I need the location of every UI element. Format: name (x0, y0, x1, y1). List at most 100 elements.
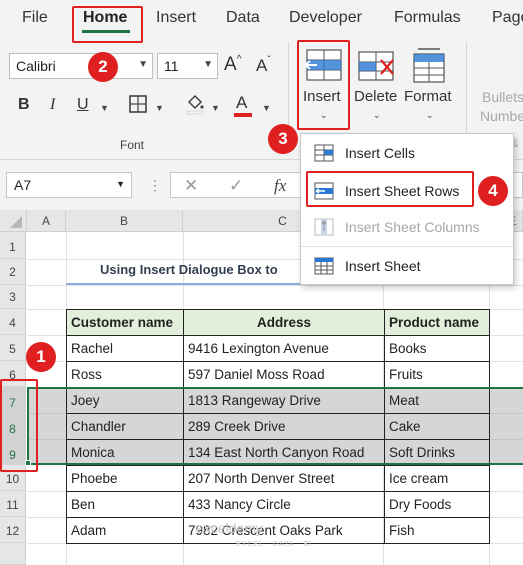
row-header-5[interactable]: 5 (0, 335, 26, 361)
format-icon (413, 48, 445, 83)
menu-item-insert-sheet[interactable]: Insert Sheet (301, 251, 513, 281)
callout-box-insert-sheet-rows (306, 171, 474, 207)
callout-badge-3: 3 (268, 124, 298, 154)
cell-customer[interactable]: Phoebe (66, 465, 184, 492)
table-header-row: Customer name Address Product name (66, 309, 490, 336)
callout-box-row-headers (0, 379, 38, 472)
row-header-12[interactable]: 12 (0, 517, 26, 543)
table-row: Adam 7982 Crescent Oaks Park Fish (66, 517, 490, 544)
chevron-down-icon[interactable]: ▼ (155, 103, 164, 113)
italic-button[interactable]: I (50, 96, 55, 114)
cell-product[interactable]: Fish (384, 517, 490, 544)
font-color-bar (234, 113, 252, 117)
tab-data[interactable]: Data (226, 9, 260, 27)
font-name-select[interactable]: Calibri ▼ (9, 53, 153, 79)
chevron-down-icon[interactable]: ▼ (100, 103, 109, 113)
watermark: exceldemy (196, 520, 263, 536)
cell-product[interactable]: Books (384, 335, 490, 362)
tab-insert[interactable]: Insert (156, 9, 196, 27)
shrink-font-icon: A (256, 56, 268, 75)
chevron-down-icon: ▼ (203, 59, 213, 70)
header-address[interactable]: Address (183, 309, 385, 336)
cell-address[interactable]: 597 Daniel Moss Road (183, 361, 385, 388)
tab-formulas[interactable]: Formulas (394, 9, 461, 27)
insert-columns-icon (314, 218, 334, 236)
name-box[interactable]: A7 ▼ (6, 172, 132, 198)
row-header-13[interactable] (0, 543, 26, 565)
chevron-down-icon: ⌄ (426, 110, 434, 120)
underline-button[interactable]: U (77, 96, 89, 114)
name-box-value: A7 (14, 177, 32, 193)
watermark-subtitle: EXCEL · DATA · BI (236, 541, 312, 548)
menu-item-insert-cells[interactable]: Insert Cells (301, 138, 513, 168)
insert-dropdown-menu: Insert Cells Insert Sheet Rows Insert Sh… (300, 133, 514, 285)
selection-outline (27, 387, 523, 465)
row-header-1[interactable]: 1 (0, 232, 26, 259)
paint-bucket-icon (186, 94, 204, 115)
delete-icon (358, 51, 394, 81)
chevron-down-icon: ⌄ (373, 110, 381, 120)
cell-customer[interactable]: Adam (66, 517, 184, 544)
callout-box-home-tab (72, 6, 143, 43)
table-row: Ross 597 Daniel Moss Road Fruits (66, 361, 490, 388)
select-all-corner[interactable] (0, 210, 27, 232)
tab-page-layout[interactable]: Page (492, 9, 523, 27)
table-row: Phoebe 207 North Denver Street Ice cream (66, 465, 490, 492)
table-row: Ben 433 Nancy Circle Dry Foods (66, 491, 490, 518)
cell-address[interactable]: 433 Nancy Circle (183, 491, 385, 518)
row-header-11[interactable]: 11 (0, 491, 26, 517)
chevron-down-icon[interactable]: ▼ (262, 103, 271, 113)
cell-address[interactable]: 207 North Denver Street (183, 465, 385, 492)
cell-address[interactable]: 9416 Lexington Avenue (183, 335, 385, 362)
borders-icon (129, 95, 147, 113)
bold-button[interactable]: B (18, 96, 30, 114)
insert-sheet-icon (314, 257, 334, 275)
menu-item-label: Insert Sheet Columns (345, 219, 480, 235)
row-header-4[interactable]: 4 (0, 309, 26, 335)
callout-badge-4: 4 (478, 176, 508, 206)
insert-cells-icon (314, 144, 334, 162)
more-options-icon[interactable]: ⋮ (148, 177, 162, 194)
cancel-button[interactable]: ✕ (184, 176, 198, 196)
grow-font-button[interactable]: A^ (224, 54, 241, 76)
sheet-title: Using Insert Dialogue Box to (100, 262, 278, 277)
menu-separator (301, 246, 513, 247)
header-product-name[interactable]: Product name (384, 309, 490, 336)
font-group-label: Font (120, 138, 145, 152)
tab-developer[interactable]: Developer (289, 9, 362, 27)
title-underline (66, 283, 302, 285)
font-color-button[interactable]: A (236, 93, 247, 113)
numbering-label[interactable]: Numbe (480, 108, 523, 124)
menu-item-label: Insert Cells (345, 145, 416, 161)
select-all-icon (10, 216, 22, 228)
tab-file[interactable]: File (22, 9, 48, 27)
enter-button[interactable]: ✓ (229, 176, 243, 196)
chevron-down-icon[interactable]: ▼ (116, 179, 125, 189)
shrink-font-button[interactable]: Aˇ (256, 55, 271, 76)
chevron-down-icon[interactable]: ▼ (211, 103, 220, 113)
fill-color-button[interactable] (184, 93, 206, 120)
cell-product[interactable]: Fruits (384, 361, 490, 388)
column-header-a[interactable]: A (27, 210, 66, 232)
cell-product[interactable]: Ice cream (384, 465, 490, 492)
bullets-label[interactable]: Bullets (482, 89, 523, 105)
insert-function-button[interactable]: fx (274, 176, 286, 196)
grow-font-icon: A (224, 54, 237, 75)
table-row: Rachel 9416 Lexington Avenue Books (66, 335, 490, 362)
row-header-3[interactable]: 3 (0, 285, 26, 309)
menu-item-insert-sheet-columns[interactable]: Insert Sheet Columns (301, 212, 513, 242)
menu-item-label: Insert Sheet (345, 258, 421, 274)
column-header-b[interactable]: B (66, 210, 183, 232)
cell-customer[interactable]: Rachel (66, 335, 184, 362)
font-name-value: Calibri (16, 58, 56, 74)
borders-button[interactable] (128, 94, 148, 119)
delete-button[interactable]: Delete ⌄ (353, 42, 401, 128)
format-button[interactable]: Format ⌄ (404, 42, 454, 128)
cell-product[interactable]: Dry Foods (384, 491, 490, 518)
callout-box-insert-button (297, 40, 350, 130)
cell-customer[interactable]: Ben (66, 491, 184, 518)
cell-customer[interactable]: Ross (66, 361, 184, 388)
font-size-select[interactable]: 11 ▼ (157, 53, 218, 79)
row-header-2[interactable]: 2 (0, 259, 26, 285)
header-customer-name[interactable]: Customer name (66, 309, 184, 336)
